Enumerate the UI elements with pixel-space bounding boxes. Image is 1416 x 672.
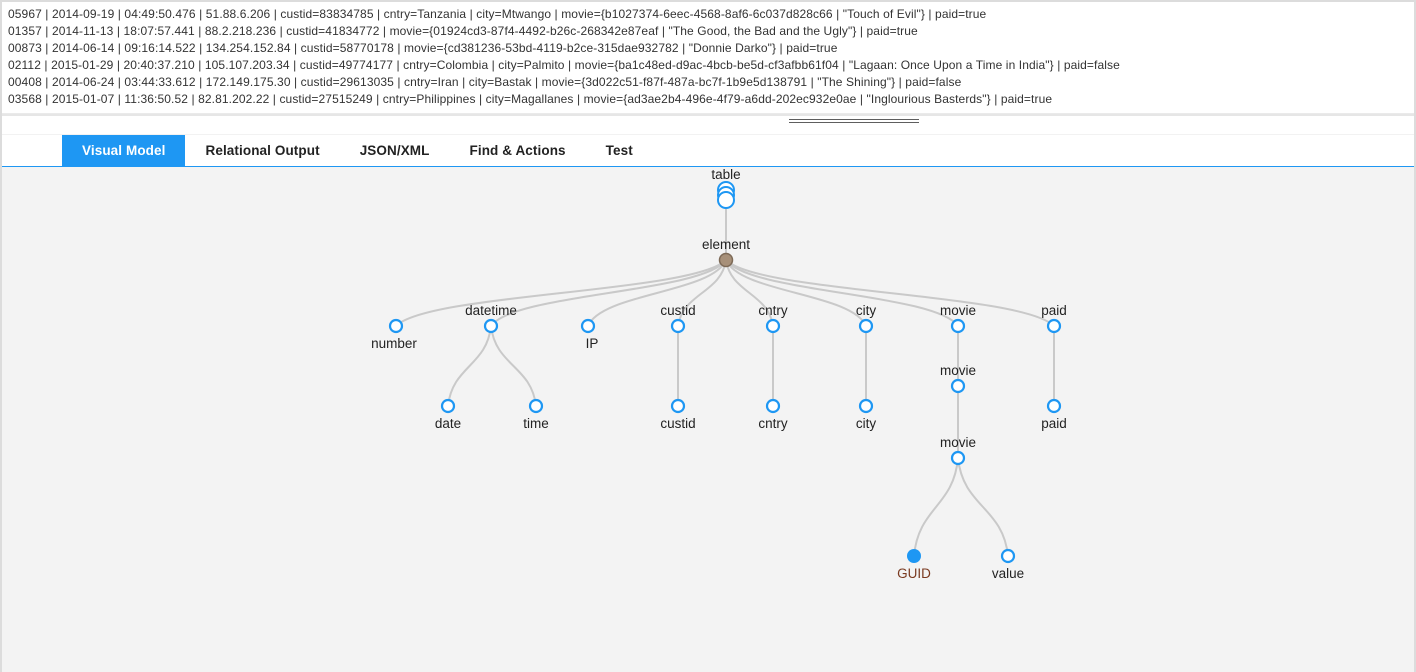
log-line: 01357 | 2014-11-13 | 18:07:57.441 | 88.2…	[8, 23, 1408, 40]
tree-node-label: time	[523, 416, 549, 431]
tree-node-custid[interactable]	[672, 320, 684, 332]
tree-node-table[interactable]	[718, 182, 734, 208]
tree-node-label: IP	[586, 336, 599, 351]
splitter[interactable]	[2, 114, 1414, 135]
tree-node-movie1[interactable]	[952, 320, 964, 332]
tab-find-actions[interactable]: Find & Actions	[450, 135, 586, 167]
tab-test[interactable]: Test	[586, 135, 653, 167]
tree-node-label: city	[856, 416, 876, 431]
tree-node-datetime[interactable]	[485, 320, 497, 332]
tree-node-element[interactable]	[720, 254, 733, 267]
tree-node-label: paid	[1041, 416, 1067, 431]
tree-node-movie2[interactable]	[952, 380, 964, 392]
tree-node-label: date	[435, 416, 461, 431]
tabs-row: Visual ModelRelational OutputJSON/XMLFin…	[2, 135, 1414, 167]
tree-node-label: value	[992, 566, 1024, 581]
tree-node-movie3[interactable]	[952, 452, 964, 464]
tree-node-city2[interactable]	[860, 400, 872, 412]
tab-json-xml[interactable]: JSON/XML	[340, 135, 450, 167]
tree-node-guid[interactable]	[907, 549, 921, 563]
tab-visual-model[interactable]: Visual Model	[62, 135, 185, 167]
tree-node-label: movie	[940, 303, 976, 318]
tree-node-custid2[interactable]	[672, 400, 684, 412]
tree-node-city[interactable]	[860, 320, 872, 332]
tree-node-label: paid	[1041, 303, 1067, 318]
tree-node-label: datetime	[465, 303, 517, 318]
tree-node-label: custid	[660, 416, 695, 431]
tree-node-paid2[interactable]	[1048, 400, 1060, 412]
tree-node-cntry[interactable]	[767, 320, 779, 332]
tree-node-label: table	[711, 167, 740, 182]
log-line: 03568 | 2015-01-07 | 11:36:50.52 | 82.81…	[8, 91, 1408, 108]
tree-node-label: number	[371, 336, 417, 351]
tree-node-value[interactable]	[1002, 550, 1014, 562]
tree-node-label: GUID	[897, 566, 931, 581]
visual-model-canvas[interactable]: tableelementnumberdatetimeIPcustidcntryc…	[2, 167, 1414, 672]
log-line: 00408 | 2014-06-24 | 03:44:33.612 | 172.…	[8, 74, 1408, 91]
log-panel[interactable]: 05967 | 2014-09-19 | 04:49:50.476 | 51.8…	[2, 2, 1414, 114]
tree-node-label: movie	[940, 363, 976, 378]
log-line: 05967 | 2014-09-19 | 04:49:50.476 | 51.8…	[8, 6, 1408, 23]
tree-node-time[interactable]	[530, 400, 542, 412]
tree-node-label: custid	[660, 303, 695, 318]
log-line: 02112 | 2015-01-29 | 20:40:37.210 | 105.…	[8, 57, 1408, 74]
log-line: 00873 | 2014-06-14 | 09:16:14.522 | 134.…	[8, 40, 1408, 57]
tab-relational-output[interactable]: Relational Output	[185, 135, 339, 167]
tree-node-label: cntry	[758, 416, 787, 431]
tree-node-label: cntry	[758, 303, 787, 318]
tree-node-cntry2[interactable]	[767, 400, 779, 412]
tree-node-ip[interactable]	[582, 320, 594, 332]
splitter-handle-icon[interactable]	[789, 118, 919, 123]
tree-node-label: element	[702, 237, 750, 252]
tree-node-date[interactable]	[442, 400, 454, 412]
tree-node-number[interactable]	[390, 320, 402, 332]
tree-node-label: city	[856, 303, 876, 318]
tree-node-paid[interactable]	[1048, 320, 1060, 332]
tree-node-label: movie	[940, 435, 976, 450]
